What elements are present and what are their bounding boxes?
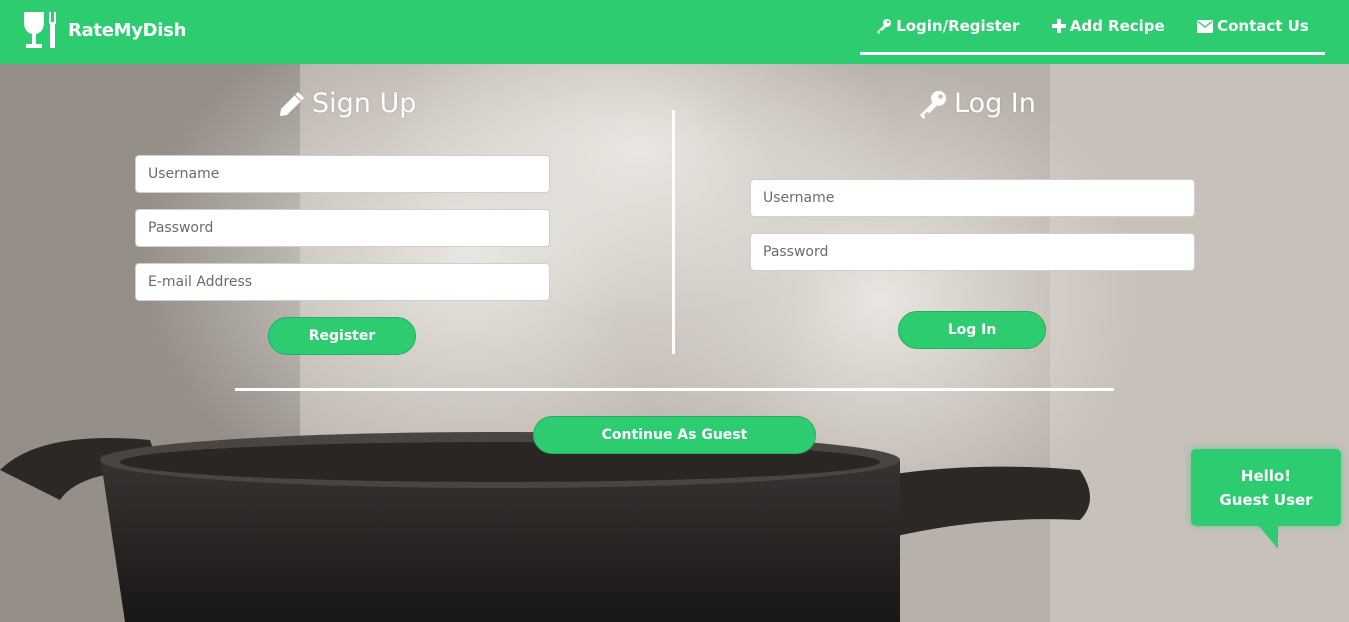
login-button-label: Log In [947,322,997,338]
login-password-input[interactable] [750,233,1195,271]
horizontal-divider [235,388,1114,391]
nav-contact-us-label: Contact Us [1217,17,1309,35]
continue-as-guest-button[interactable]: Continue As Guest [533,416,816,454]
nav-login-register[interactable]: Login/Register [876,17,1019,35]
nav-menu: Login/Register Add Recipe Contact Us [860,0,1325,55]
pencil-icon [280,91,304,116]
login-title-label: Log In [954,88,1036,119]
brand-logo[interactable]: RateMyDish [22,10,186,50]
greeting-bubble-tail [1258,525,1278,549]
key-icon [877,19,892,34]
signup-title: Sign Up [278,88,416,119]
brand-name: RateMyDish [68,19,187,41]
nav-contact-us[interactable]: Contact Us [1197,17,1309,35]
login-title: Log In [918,88,1036,119]
wineglass-fork-icon [24,12,56,48]
signup-email-input[interactable] [135,263,550,301]
continue-as-guest-label: Continue As Guest [601,427,748,443]
envelope-icon [1197,19,1214,33]
greeting-line1: Hello! [1240,466,1292,485]
greeting-line2: Guest User [1219,490,1313,509]
login-username-input[interactable] [750,179,1195,217]
register-button-label: Register [308,328,376,344]
register-button[interactable]: Register [268,317,416,355]
plus-icon [1051,19,1066,33]
login-button[interactable]: Log In [898,311,1046,349]
navbar: RateMyDish Login/Register Add Recipe Con… [0,0,1349,64]
signup-password-input[interactable] [135,209,550,247]
greeting-bubble: Hello! Guest User [1191,449,1341,526]
signup-title-label: Sign Up [312,88,417,119]
nav-login-register-label: Login/Register [896,17,1020,35]
nav-add-recipe[interactable]: Add Recipe [1051,17,1165,35]
signup-username-input[interactable] [135,155,550,193]
key-icon [919,90,947,119]
nav-add-recipe-label: Add Recipe [1069,17,1165,35]
vertical-divider [672,110,675,354]
